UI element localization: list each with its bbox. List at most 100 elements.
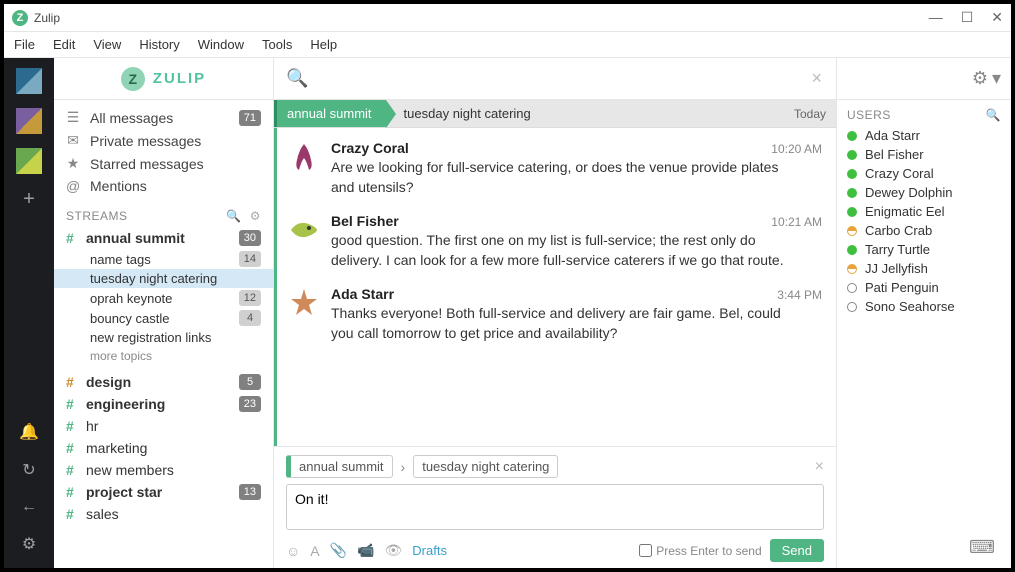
user-item[interactable]: JJ Jellyfish (837, 259, 1011, 278)
window-close-button[interactable]: ✕ (991, 9, 1003, 26)
nav-all-messages[interactable]: ☰ All messages 71 (54, 106, 273, 129)
topic-item[interactable]: bouncy castle4 (54, 308, 273, 328)
add-org-button[interactable]: + (23, 188, 35, 211)
app-logo-icon: Z (12, 10, 28, 26)
back-icon[interactable]: ← (21, 498, 37, 516)
preview-icon[interactable]: 👁 (385, 542, 403, 559)
compose-stream-chip[interactable]: annual summit (286, 455, 393, 478)
stream-item[interactable]: #hr (54, 415, 273, 437)
stream-label: sales (86, 506, 261, 522)
nav-private-messages[interactable]: ✉ Private messages (54, 129, 273, 152)
topic-item[interactable]: tuesday night catering (54, 269, 273, 288)
more-topics-link[interactable]: more topics (54, 347, 273, 371)
notifications-icon[interactable]: 🔔 (19, 422, 39, 442)
org-switcher-item[interactable] (16, 108, 42, 134)
compose-textarea[interactable] (286, 484, 824, 530)
nav-mentions[interactable]: @ Mentions (54, 175, 273, 197)
menu-view[interactable]: View (93, 37, 121, 52)
search-streams-icon[interactable]: 🔍 (226, 209, 241, 223)
drafts-link[interactable]: Drafts (412, 543, 447, 558)
menu-edit[interactable]: Edit (53, 37, 75, 52)
message-sender[interactable]: Ada Starr (331, 286, 394, 302)
menu-file[interactable]: File (14, 37, 35, 52)
stream-item[interactable]: #project star13 (54, 481, 273, 503)
stream-item[interactable]: #engineering23 (54, 393, 273, 415)
presence-dot-icon (847, 150, 857, 160)
press-enter-input[interactable] (639, 544, 652, 557)
menu-help[interactable]: Help (310, 37, 337, 52)
menu-window[interactable]: Window (198, 37, 244, 52)
user-item[interactable]: Tarry Turtle (837, 240, 1011, 259)
stream-item[interactable]: #sales (54, 503, 273, 525)
user-name: Sono Seahorse (865, 299, 955, 314)
topic-breadcrumb: annual summit tuesday night catering Tod… (274, 100, 836, 128)
message-row: Bel Fisher10:21 AMgood question. The fir… (277, 207, 836, 280)
stream-item[interactable]: #new members (54, 459, 273, 481)
right-top-bar: ⚙ ▾ (837, 58, 1011, 100)
window-minimize-button[interactable]: — (929, 9, 943, 26)
right-sidebar: ⚙ ▾ USERS 🔍 Ada StarrBel FisherCrazy Cor… (836, 58, 1011, 568)
press-enter-checkbox[interactable]: Press Enter to send (639, 544, 761, 558)
unread-badge: 71 (239, 110, 261, 126)
stream-item[interactable]: #design5 (54, 371, 273, 393)
org-switcher-item[interactable] (16, 148, 42, 174)
stream-item[interactable]: #annual summit30 (54, 227, 273, 249)
stream-item[interactable]: # marketing (54, 437, 273, 459)
user-item[interactable]: Dewey Dolphin (837, 183, 1011, 202)
nav-label: Starred messages (90, 156, 261, 172)
keyboard-shortcuts-icon[interactable]: ⌨ (969, 537, 995, 558)
compose-topic-chip[interactable]: tuesday night catering (413, 455, 558, 478)
clear-search-icon[interactable]: × (811, 68, 822, 89)
user-item[interactable]: Carbo Crab (837, 221, 1011, 240)
close-compose-icon[interactable]: × (815, 458, 824, 476)
video-icon[interactable]: 📹 (357, 542, 374, 559)
nav-label: All messages (90, 110, 229, 126)
topic-item[interactable]: oprah keynote12 (54, 288, 273, 308)
user-item[interactable]: Crazy Coral (837, 164, 1011, 183)
nav-starred[interactable]: ★ Starred messages (54, 152, 273, 175)
stream-label: project star (86, 484, 231, 500)
menu-history[interactable]: History (139, 37, 179, 52)
message-sender[interactable]: Bel Fisher (331, 213, 399, 229)
reload-icon[interactable]: ↻ (22, 460, 35, 480)
formatting-icon[interactable]: A (310, 543, 319, 559)
topic-item[interactable]: name tags14 (54, 249, 273, 269)
breadcrumb-stream[interactable]: annual summit (274, 100, 386, 127)
breadcrumb-topic[interactable]: tuesday night catering (386, 106, 531, 121)
message-text: good question. The first one on my list … (331, 231, 791, 270)
user-item[interactable]: Pati Penguin (837, 278, 1011, 297)
stream-label: marketing (86, 440, 261, 456)
chevron-down-icon[interactable]: ▾ (992, 68, 1001, 89)
message-row: Ada Starr 3:44 PM Thanks everyone! Both fu… (277, 280, 836, 353)
emoji-icon[interactable]: ☺ (286, 543, 300, 559)
org-switcher-item[interactable] (16, 68, 42, 94)
streams-settings-icon[interactable]: ⚙ (250, 209, 261, 223)
window-maximize-button[interactable]: ☐ (961, 9, 974, 26)
app-menubar: File Edit View History Window Tools Help (4, 32, 1011, 58)
message-sender[interactable]: Crazy Coral (331, 140, 409, 156)
message-time: 3:44 PM (777, 288, 822, 302)
user-item[interactable]: Ada Starr (837, 126, 1011, 145)
user-item[interactable]: Bel Fisher (837, 145, 1011, 164)
gear-icon[interactable]: ⚙ (972, 68, 988, 89)
search-users-icon[interactable]: 🔍 (986, 108, 1001, 122)
presence-dot-icon (847, 264, 857, 274)
send-button[interactable]: Send (770, 539, 824, 562)
user-item[interactable]: Enigmatic Eel (837, 202, 1011, 221)
envelope-icon: ✉ (66, 132, 80, 149)
topic-label: bouncy castle (90, 311, 239, 326)
brand-name: ZULIP (153, 70, 206, 87)
search-bar[interactable]: 🔍 × (274, 58, 836, 100)
user-item[interactable]: Sono Seahorse (837, 297, 1011, 316)
settings-gear-icon[interactable]: ⚙ (22, 534, 36, 554)
hash-icon: # (66, 440, 78, 456)
attach-icon[interactable]: 📎 (330, 542, 347, 559)
message-text: Thanks everyone! Both full-service and d… (331, 304, 791, 343)
nav-label: Private messages (90, 133, 261, 149)
menu-tools[interactable]: Tools (262, 37, 292, 52)
topic-item[interactable]: new registration links (54, 328, 273, 347)
hash-icon: # (66, 396, 78, 412)
unread-badge: 30 (239, 230, 261, 246)
presence-dot-icon (847, 302, 857, 312)
unread-badge: 13 (239, 484, 261, 500)
